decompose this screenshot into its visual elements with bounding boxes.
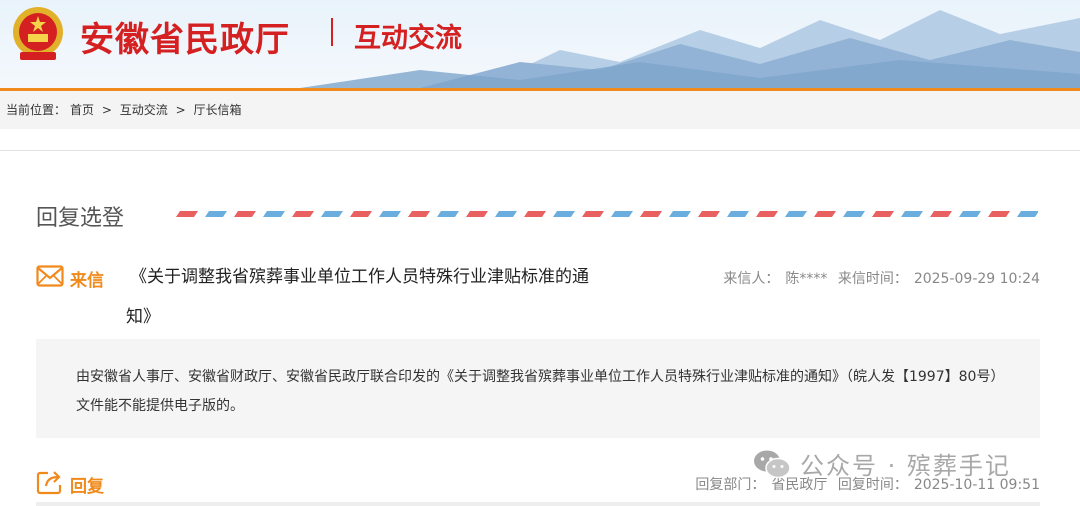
wechat-watermark: 公众号 · 殡葬手记 xyxy=(752,446,1011,482)
breadcrumb-item-mailbox[interactable]: 厅长信箱 xyxy=(193,103,241,117)
breadcrumb-item-interaction[interactable]: 互动交流 xyxy=(120,103,168,117)
site-header: 安徽省民政厅 互动交流 xyxy=(0,0,1080,88)
breadcrumb: 当前位置： 首页 > 互动交流 > 厅长信箱 xyxy=(0,91,1080,129)
sender-label: 来信人： xyxy=(723,271,780,287)
letter-content: 由安徽省人事厅、安徽省财政厅、安徽省民政厅联合印发的《关于调整我省殡葬事业单位工… xyxy=(36,339,1040,438)
page-title: 回复选登 xyxy=(36,206,125,231)
bottom-divider xyxy=(36,502,1040,506)
reply-share-icon xyxy=(36,471,62,495)
airmail-stripe-divider xyxy=(172,211,1038,217)
letter-meta: 来信人： 陈**** 来信时间： 2025-09-29 10:24 xyxy=(717,268,1040,288)
breadcrumb-prefix: 当前位置： xyxy=(6,103,67,117)
national-emblem-icon xyxy=(13,7,63,60)
breadcrumb-separator: > xyxy=(175,103,186,117)
reply-label: 回复 xyxy=(70,477,104,497)
letter-title: 《关于调整我省殡葬事业单位工作人员特殊行业津贴标准的通知》 xyxy=(126,267,589,327)
title-divider xyxy=(331,18,333,46)
breadcrumb-separator: > xyxy=(101,103,112,117)
wechat-icon xyxy=(754,450,791,478)
letter-label: 来信 xyxy=(70,271,104,291)
watermark-text: 公众号 · 殡葬手记 xyxy=(800,452,1011,480)
site-title[interactable]: 安徽省民政厅 xyxy=(80,12,290,61)
sender-name: 陈**** xyxy=(785,271,828,287)
letter-time-label: 来信时间： xyxy=(837,271,908,287)
divider xyxy=(0,150,1080,151)
breadcrumb-item-home[interactable]: 首页 xyxy=(70,103,94,117)
letter-time: 2025-09-29 10:24 xyxy=(913,271,1040,287)
mail-icon xyxy=(36,265,64,287)
section-title[interactable]: 互动交流 xyxy=(354,16,462,55)
